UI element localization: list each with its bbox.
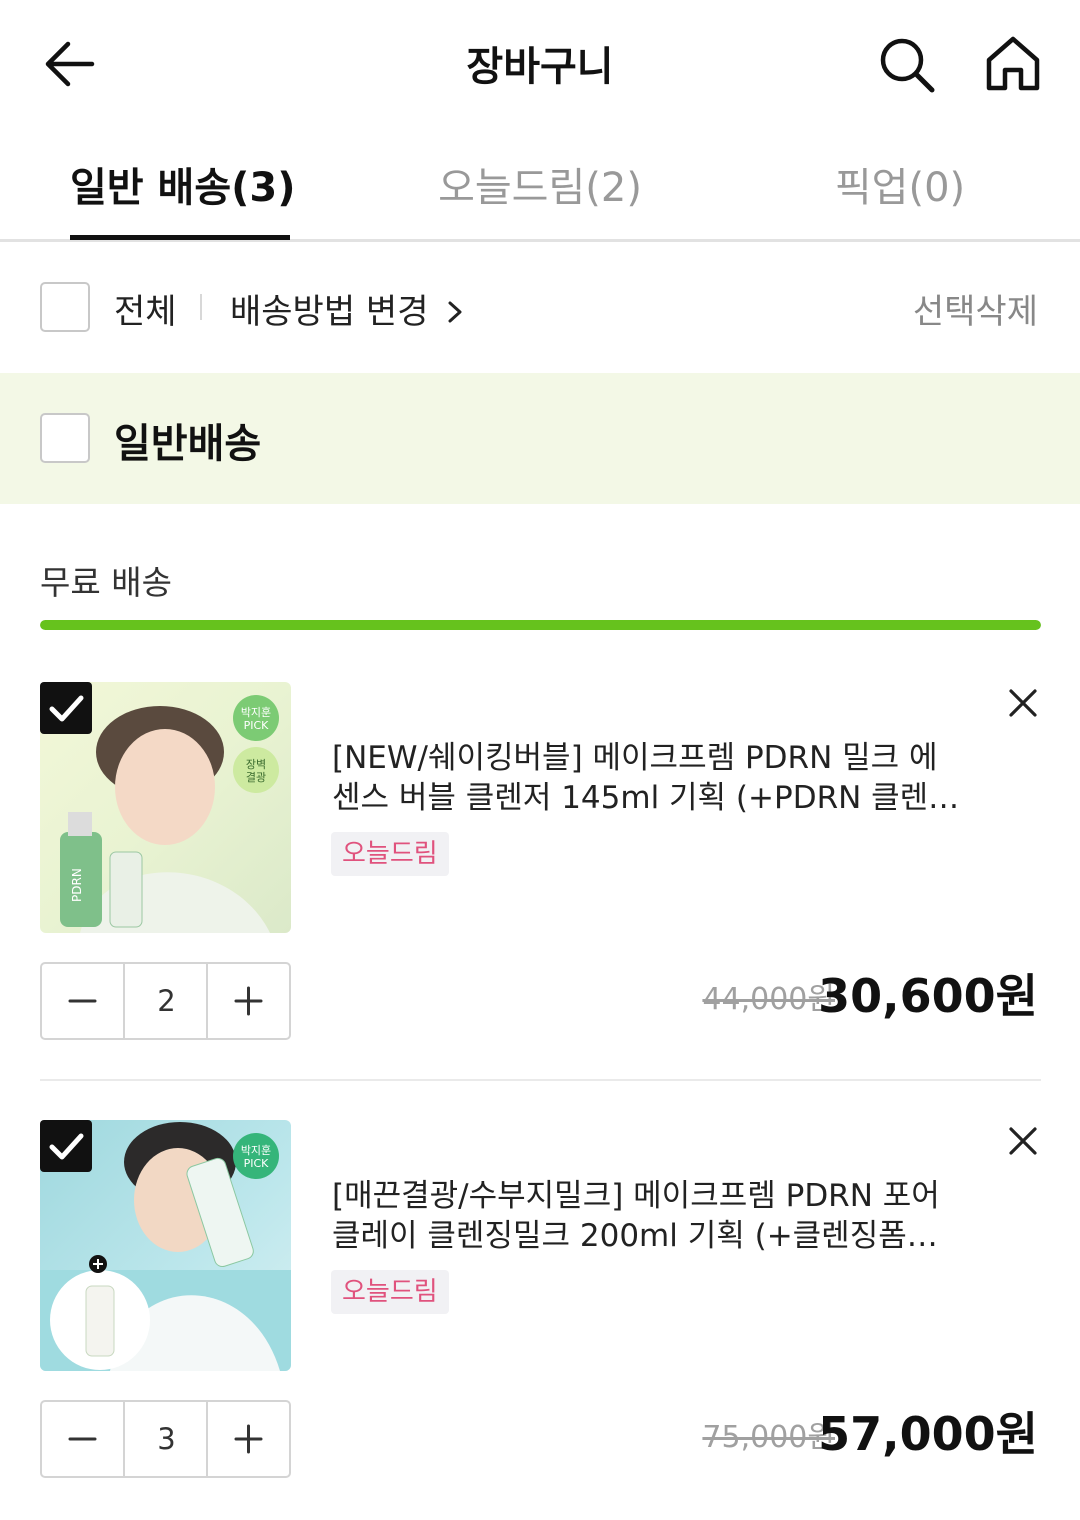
cart-item: 박지훈 PICK [매끈결광/수부지밀크] 메이크프렘 PDRN 포어 클레이 … [0, 1120, 1080, 1520]
sale-price: 57,000원 [818, 1407, 1038, 1461]
product-name-line: 클레이 클렌징밀크 200ml 기획 (+클렌징폼… [332, 1218, 938, 1254]
decrease-quantity-button[interactable] [42, 1402, 125, 1476]
free-shipping-progress [40, 620, 1041, 630]
check-icon [49, 695, 84, 722]
original-price: 44,000원 [702, 982, 835, 1017]
search-icon [880, 38, 935, 93]
divider [200, 294, 202, 320]
thumb-tag-1b: PICK [244, 1157, 270, 1170]
select-all-checkbox[interactable] [40, 282, 90, 332]
tab-general-delivery[interactable]: 일반 배송(3) [70, 155, 296, 213]
thumb-tag-2a: 장벽 [246, 758, 266, 771]
close-icon [1009, 689, 1037, 717]
product-name[interactable]: [NEW/쉐이킹버블] 메이크프렘 PDRN 밀크 에 센스 버블 클렌저 14… [332, 738, 972, 818]
today-dream-badge: 오늘드림 [331, 832, 449, 876]
increase-quantity-button[interactable] [206, 964, 289, 1038]
app-header: 장바구니 [0, 0, 1080, 125]
product-name[interactable]: [매끈결광/수부지밀크] 메이크프렘 PDRN 포어 클레이 클렌징밀크 200… [332, 1176, 972, 1256]
increase-quantity-button[interactable] [206, 1402, 289, 1476]
home-icon [986, 36, 1040, 91]
free-shipping-progress-fill [40, 620, 1041, 630]
free-shipping-label: 무료 배송 [40, 563, 172, 602]
home-button[interactable] [980, 32, 1046, 96]
delete-selected-button[interactable]: 선택삭제 [913, 284, 1038, 333]
remove-item-button[interactable] [1000, 1120, 1046, 1166]
group-title: 일반배송 [114, 421, 262, 467]
plus-icon [234, 986, 263, 1016]
quantity-value[interactable]: 3 [125, 1402, 208, 1476]
change-shipping-method-link[interactable]: 배송방법 변경 [230, 284, 465, 333]
item-checkbox-checked[interactable] [40, 1120, 92, 1172]
thumb-product-label: PDRN [70, 868, 84, 902]
active-tab-indicator [70, 235, 290, 240]
thumb-tag-1b: PICK [244, 719, 270, 732]
minus-icon [68, 1437, 97, 1441]
thumb-tag-1a: 박지훈 [241, 706, 271, 719]
chevron-right-icon [448, 301, 462, 323]
original-price: 75,000원 [702, 1420, 835, 1455]
thumb-tag-2b: 결광 [246, 771, 266, 784]
tab-today-dream[interactable]: 오늘드림(2) [410, 155, 670, 213]
plus-icon [234, 1424, 263, 1454]
search-button[interactable] [876, 34, 938, 96]
close-icon [1009, 1127, 1037, 1155]
quantity-stepper: 3 [40, 1400, 291, 1478]
cart-item: 박지훈 PICK 장벽 결광 PDRN [NEW/쉐이킹버블] 메이크프렘 PD… [0, 682, 1080, 1082]
decrease-quantity-button[interactable] [42, 964, 125, 1038]
thumb-tag-1a: 박지훈 [241, 1144, 271, 1157]
quantity-stepper: 2 [40, 962, 291, 1040]
product-name-line: [매끈결광/수부지밀크] 메이크프렘 PDRN 포어 [332, 1178, 940, 1214]
check-icon [49, 1133, 84, 1160]
tab-pickup[interactable]: 픽업(0) [810, 155, 990, 213]
item-checkbox-checked[interactable] [40, 682, 92, 734]
select-bar: 전체 배송방법 변경 선택삭제 [0, 242, 1080, 372]
group-checkbox[interactable] [40, 413, 90, 463]
remove-item-button[interactable] [1000, 682, 1046, 728]
select-all-label[interactable]: 전체 [114, 284, 177, 333]
product-name-line: [NEW/쉐이킹버블] 메이크프렘 PDRN 밀크 에 [332, 740, 938, 776]
quantity-value[interactable]: 2 [125, 964, 208, 1038]
delivery-tabs: 일반 배송(3) 오늘드림(2) 픽업(0) [0, 125, 1080, 242]
product-name-line: 센스 버블 클렌저 145ml 기획 (+PDRN 클렌… [332, 780, 960, 816]
today-dream-badge: 오늘드림 [331, 1270, 449, 1314]
sale-price: 30,600원 [818, 969, 1038, 1023]
general-delivery-group-header: 일반배송 [0, 373, 1080, 504]
item-divider [40, 1079, 1041, 1081]
change-shipping-method-label: 배송방법 변경 [230, 292, 429, 332]
minus-icon [68, 999, 97, 1003]
